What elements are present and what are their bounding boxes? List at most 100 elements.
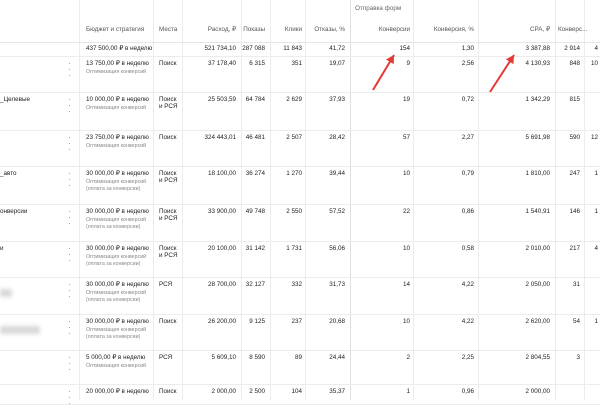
row-impressions: 2 500: [249, 388, 265, 395]
row-conv-extra: 247: [569, 170, 580, 177]
header-spend[interactable]: Расход, ₽: [208, 26, 236, 33]
row-conv-rate: 0,96: [461, 388, 474, 395]
row-bounces: 20,68: [329, 318, 345, 325]
campaign-name[interactable]: и: [0, 245, 4, 252]
total-conv-rate: 1,30: [461, 45, 474, 52]
row-places: Поиск: [159, 170, 177, 177]
row-strategy: Оптимизация конверсий: [86, 217, 147, 223]
row-clicks: 89: [294, 354, 302, 361]
row-cpa: 1 540,91: [525, 208, 550, 215]
header-budget[interactable]: Бюджет и стратегия: [86, 26, 144, 33]
table-row[interactable]: · · · 20 000,00 ₽ в неделю Поиск 2 000,00 2 50…: [0, 384, 600, 408]
row-budget: 30 000,00 ₽ в неделю: [86, 281, 149, 288]
header-clicks[interactable]: Клики: [285, 26, 302, 33]
row-budget: 30 000,00 ₽ в неделю: [86, 245, 149, 252]
row-spend: 324 443,01: [204, 134, 236, 141]
row-cpa: 2 000,00: [525, 388, 550, 395]
row-conv-rate: 4,22: [461, 281, 474, 288]
header-bounces[interactable]: Отказы, %: [314, 26, 345, 33]
row-last: 10: [590, 60, 598, 67]
row-impressions: 36 274: [245, 170, 265, 177]
vertical-dots-icon[interactable]: · · ·: [68, 353, 71, 374]
row-conversions: 19: [402, 96, 410, 103]
vertical-dots-icon[interactable]: · · ·: [68, 387, 71, 408]
row-impressions: 6 315: [249, 60, 265, 67]
row-places: Поиск: [159, 134, 177, 141]
row-cpa: 4 130,93: [525, 60, 550, 67]
row-conv-extra: 590: [569, 134, 580, 141]
total-spend: 521 734,10: [204, 45, 236, 52]
row-strategy: Оптимизация конверсий: [86, 363, 147, 369]
header-places[interactable]: Места: [159, 26, 177, 33]
row-spend: 28 700,00: [207, 281, 236, 288]
campaign-name[interactable]: _Целевые: [0, 96, 30, 103]
row-strategy-note: (оплата за конверсии): [86, 297, 141, 303]
vertical-dots-icon[interactable]: · · ·: [68, 169, 71, 190]
total-cpa: 3 387,88: [525, 45, 550, 52]
row-clicks: 104: [291, 388, 302, 395]
vertical-dots-icon[interactable]: · · ·: [68, 207, 71, 228]
row-spend: 25 503,59: [207, 96, 236, 103]
table-row[interactable]: и · · · 30 000,00 ₽ в неделю Оптимизация конв…: [0, 241, 600, 278]
total-conversions: 154: [399, 45, 410, 52]
row-places: Поиск: [159, 388, 177, 395]
row-conv-extra: 146: [569, 208, 580, 215]
total-bounces: 41,72: [329, 45, 345, 52]
row-places: РСЯ: [159, 354, 173, 361]
row-conversions: 57: [402, 134, 410, 141]
table-row[interactable]: · · · 30 000,00 ₽ в неделю Оптимизация конве…: [0, 314, 600, 351]
row-conv-extra: 217: [569, 245, 580, 252]
table-row[interactable]: _авто · · · 30 000,00 ₽ в неделю Оптимизация …: [0, 166, 600, 205]
row-conversions: 10: [402, 318, 410, 325]
row-impressions: 64 784: [245, 96, 265, 103]
row-cpa: 1 810,00: [525, 170, 550, 177]
row-strategy-note: (оплата за конверсии): [86, 186, 141, 192]
header-impressions[interactable]: Показы: [243, 26, 265, 33]
row-budget: 20 000,00 ₽ в неделю: [86, 388, 149, 395]
row-cpa: 2 050,00: [525, 281, 550, 288]
vertical-dots-icon[interactable]: · · ·: [68, 244, 71, 265]
row-conversions: 2: [406, 354, 410, 361]
total-last: 4: [594, 45, 598, 52]
row-clicks: 2 550: [286, 208, 302, 215]
campaign-name[interactable]: _авто: [0, 170, 17, 177]
row-bounces: 28,42: [329, 134, 345, 141]
row-budget: 30 000,00 ₽ в неделю: [86, 318, 149, 325]
vertical-dots-icon[interactable]: · · ·: [68, 133, 71, 154]
header-conv-extra[interactable]: Конверс...: [558, 26, 587, 33]
row-strategy-note: (оплата за конверсии): [86, 261, 141, 267]
table-row[interactable]: · · · 5 000,00 ₽ в неделю Оптимизация конвер…: [0, 350, 600, 385]
campaign-name[interactable]: онверсии: [0, 208, 27, 215]
row-conv-extra: 815: [569, 96, 580, 103]
row-cpa: 2 804,55: [525, 354, 550, 361]
table-header: Бюджет и стратегия Места Расход, ₽ Показ…: [0, 20, 600, 43]
row-conversions: 9: [406, 60, 410, 67]
row-impressions: 31 142: [245, 245, 265, 252]
vertical-dots-icon[interactable]: · · ·: [68, 280, 71, 301]
vertical-dots-icon[interactable]: · · ·: [68, 317, 71, 338]
row-budget: 13 750,00 ₽ в неделю: [86, 60, 149, 67]
row-conv-rate: 2,56: [461, 60, 474, 67]
table-row[interactable]: _Целевые · · · 10 000,00 ₽ в неделю Оптимизац…: [0, 92, 600, 131]
row-clicks: 332: [291, 281, 302, 288]
table-row[interactable]: онверсии · · · 30 000,00 ₽ в неделю Оптимизац…: [0, 204, 600, 242]
total-budget: 437 500,00 ₽ в неделю: [86, 45, 153, 52]
row-last: 1: [594, 318, 598, 325]
row-clicks: 2 629: [286, 96, 302, 103]
row-spend: 18 100,00: [207, 170, 236, 177]
table-row[interactable]: · · · 30 000,00 ₽ в неделю Оптимизация конве…: [0, 277, 600, 315]
header-conversions[interactable]: Конверсии: [379, 26, 410, 33]
row-impressions: 8 590: [249, 354, 265, 361]
table-row[interactable]: · · · 23 750,00 ₽ в неделю Оптимизация конве…: [0, 130, 600, 167]
row-strategy: Оптимизация конверсий: [86, 290, 147, 296]
row-conv-extra: 3: [576, 354, 580, 361]
vertical-dots-icon[interactable]: · · ·: [68, 95, 71, 116]
header-cpa[interactable]: CPA, ₽: [530, 26, 550, 33]
header-conv-rate[interactable]: Конверсия, %: [434, 26, 474, 33]
row-strategy: Оптимизация конверсий: [86, 254, 147, 260]
table-row[interactable]: · · · 13 750,00 ₽ в неделю Оптимизация конве…: [0, 56, 600, 93]
group-header-forms: Отправка форм: [355, 5, 402, 12]
vertical-dots-icon[interactable]: · · ·: [68, 59, 71, 80]
row-cpa: 2 620,00: [525, 318, 550, 325]
row-strategy: Оптимизация конверсий: [86, 105, 147, 111]
